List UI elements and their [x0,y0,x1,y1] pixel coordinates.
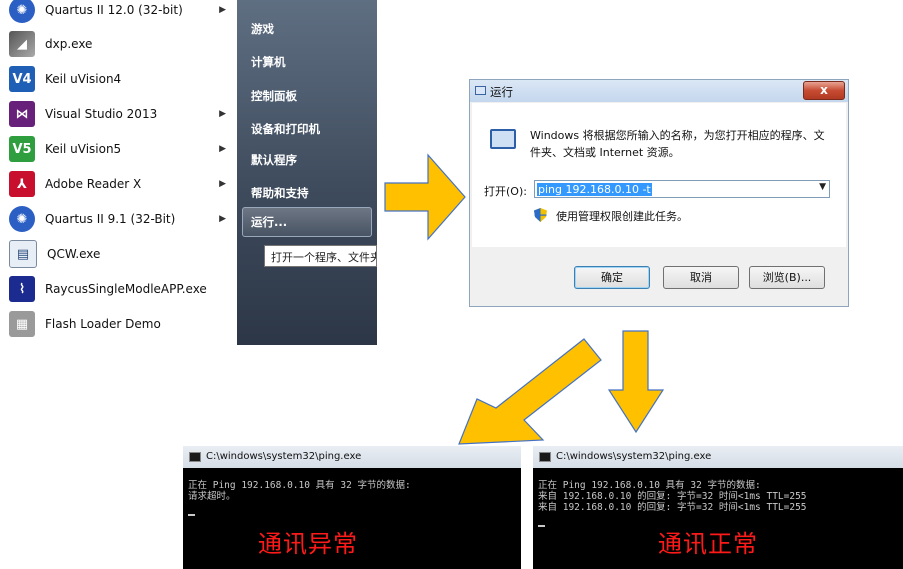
console-cursor [188,514,195,516]
run-program-icon [490,129,516,149]
shield-icon [534,208,547,222]
console-cursor [538,525,545,527]
open-combobox[interactable]: ping 192.168.0.10 -t ▼ [534,180,830,198]
console-line: 请求超时。 [188,491,236,502]
arrow-down-left-shape [458,338,602,445]
console-window-fail: C:\windows\system32\ping.exe 正在 Ping 192… [183,446,521,569]
chevron-down-icon[interactable]: ▼ [819,182,826,192]
browse-button[interactable]: 浏览(B)... [749,266,825,289]
console-titlebar[interactable]: C:\windows\system32\ping.exe [183,446,521,468]
run-dialog-body: Windows 将根据您所输入的名称，为您打开相应的程序、文件夹、文档或 Int… [472,103,846,247]
console-title: C:\windows\system32\ping.exe [556,451,712,462]
run-dialog: 运行 x Windows 将根据您所输入的名称，为您打开相应的程序、文件夹、文档… [469,79,849,307]
console-icon [539,452,551,462]
status-label-fail: 通讯异常 [258,530,358,558]
console-line: 正在 Ping 192.168.0.10 具有 32 字节的数据: [538,480,761,491]
arrow-down-shape [607,330,665,434]
admin-note: 使用管理权限创建此任务。 [556,210,688,223]
ok-button[interactable]: 确定 [574,266,650,289]
console-output: 正在 Ping 192.168.0.10 具有 32 字节的数据: 来自 192.… [538,480,807,513]
open-label: 打开(O): [484,185,527,198]
open-input-value[interactable]: ping 192.168.0.10 -t [537,183,652,196]
console-title: C:\windows\system32\ping.exe [206,451,362,462]
run-dialog-title: 运行 [490,85,513,99]
run-dialog-titlebar[interactable]: 运行 x [470,80,848,102]
status-label-ok: 通讯正常 [658,530,758,558]
close-button[interactable]: x [803,81,845,100]
run-description: Windows 将根据您所输入的名称，为您打开相应的程序、文件夹、文档或 Int… [530,129,825,159]
arrow-right-shape [384,153,466,241]
console-line: 正在 Ping 192.168.0.10 具有 32 字节的数据: [188,480,411,491]
cancel-button[interactable]: 取消 [663,266,739,289]
console-icon [189,452,201,462]
console-output: 正在 Ping 192.168.0.10 具有 32 字节的数据: 请求超时。 [188,480,411,502]
run-window-icon [475,86,486,95]
console-titlebar[interactable]: C:\windows\system32\ping.exe [533,446,903,468]
console-line: 来自 192.168.0.10 的回复: 字节=32 时间<1ms TTL=25… [538,491,807,502]
console-line: 来自 192.168.0.10 的回复: 字节=32 时间<1ms TTL=25… [538,502,807,513]
console-window-ok: C:\windows\system32\ping.exe 正在 Ping 192… [533,446,903,569]
